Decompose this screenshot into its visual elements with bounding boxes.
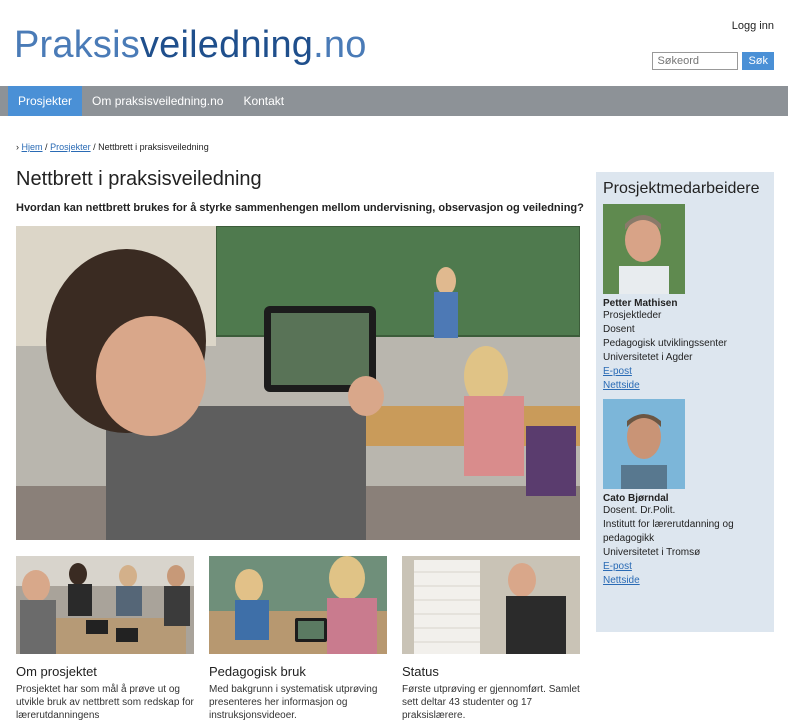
card-om-prosjektet[interactable]: Om prosjektet Prosjektet har som mål å p… <box>16 556 194 722</box>
breadcrumb-home[interactable]: Hjem <box>22 142 43 152</box>
card-title[interactable]: Om prosjektet <box>16 664 194 679</box>
person-title: Dosent <box>603 324 635 335</box>
person-org: Universitetet i Tromsø <box>603 547 701 558</box>
person-dept: Pedagogisk utviklingssenter <box>603 338 727 349</box>
card-text: Prosjektet har som mål å prøve ut og utv… <box>16 684 194 721</box>
card-image[interactable] <box>402 556 580 654</box>
login-link[interactable]: Logg inn <box>732 20 774 32</box>
card-title[interactable]: Pedagogisk bruk <box>209 664 387 679</box>
chevron-right-icon: › <box>16 142 19 152</box>
search-input[interactable] <box>652 52 739 70</box>
search-button[interactable]: Søk <box>742 52 774 70</box>
person-dept: Institutt for lærerutdanning og pedagogi… <box>603 519 734 544</box>
person-photo <box>603 399 685 489</box>
person-photo <box>603 204 685 294</box>
person-email-link[interactable]: E-post <box>603 365 767 379</box>
card-title[interactable]: Status <box>402 664 580 679</box>
card-image[interactable] <box>16 556 194 654</box>
page-subtitle: Hvordan kan nettbrett brukes for å styrk… <box>16 202 584 214</box>
nav-item-kontakt[interactable]: Kontakt <box>233 86 294 116</box>
sidebar-staff: Prosjektmedarbeidere Petter Mathisen Pro… <box>596 172 774 632</box>
card-status[interactable]: Status Første utprøving er gjennomført. … <box>402 556 580 722</box>
card-text: Første utprøving er gjennomført. Samlet … <box>402 684 580 721</box>
breadcrumb-projects[interactable]: Prosjekter <box>50 142 91 152</box>
sidebar-title: Prosjektmedarbeidere <box>603 180 760 197</box>
person-title: Dosent. Dr.Polit. <box>603 505 676 516</box>
person-org: Universitetet i Agder <box>603 352 693 363</box>
site-header: Praksisveiledning.no Logg inn Søk <box>0 0 788 86</box>
person-name: Petter Mathisen <box>603 298 678 309</box>
breadcrumb-current: Nettbrett i praksisveiledning <box>98 142 209 152</box>
person-name: Cato Bjørndal <box>603 493 669 504</box>
person-email-link[interactable]: E-post <box>603 560 767 574</box>
person-web-link[interactable]: Nettside <box>603 574 767 588</box>
person-card: Cato Bjørndal Dosent. Dr.Polit. Institut… <box>603 399 767 588</box>
person-role: Prosjektleder <box>603 310 662 321</box>
hero-image <box>16 226 580 540</box>
main-nav: Prosjekter Om praksisveiledning.no Konta… <box>0 86 788 116</box>
breadcrumb-sep: / <box>93 142 96 152</box>
search-form: Søk <box>652 52 774 70</box>
nav-item-om[interactable]: Om praksisveiledning.no <box>82 86 233 116</box>
person-web-link[interactable]: Nettside <box>603 379 767 393</box>
breadcrumb: › Hjem / Prosjekter / Nettbrett i praksi… <box>16 142 209 152</box>
site-logo[interactable]: Praksisveiledning.no <box>14 24 367 67</box>
breadcrumb-sep: / <box>45 142 48 152</box>
page-title: Nettbrett i praksisveiledning <box>16 168 262 190</box>
nav-item-prosjekter[interactable]: Prosjekter <box>8 86 83 116</box>
card-pedagogisk-bruk[interactable]: Pedagogisk bruk Med bakgrunn i systemati… <box>209 556 387 722</box>
card-text: Med bakgrunn i systematisk utprøving pre… <box>209 684 378 721</box>
card-image[interactable] <box>209 556 387 654</box>
person-card: Petter Mathisen Prosjektleder Dosent Ped… <box>603 204 767 393</box>
